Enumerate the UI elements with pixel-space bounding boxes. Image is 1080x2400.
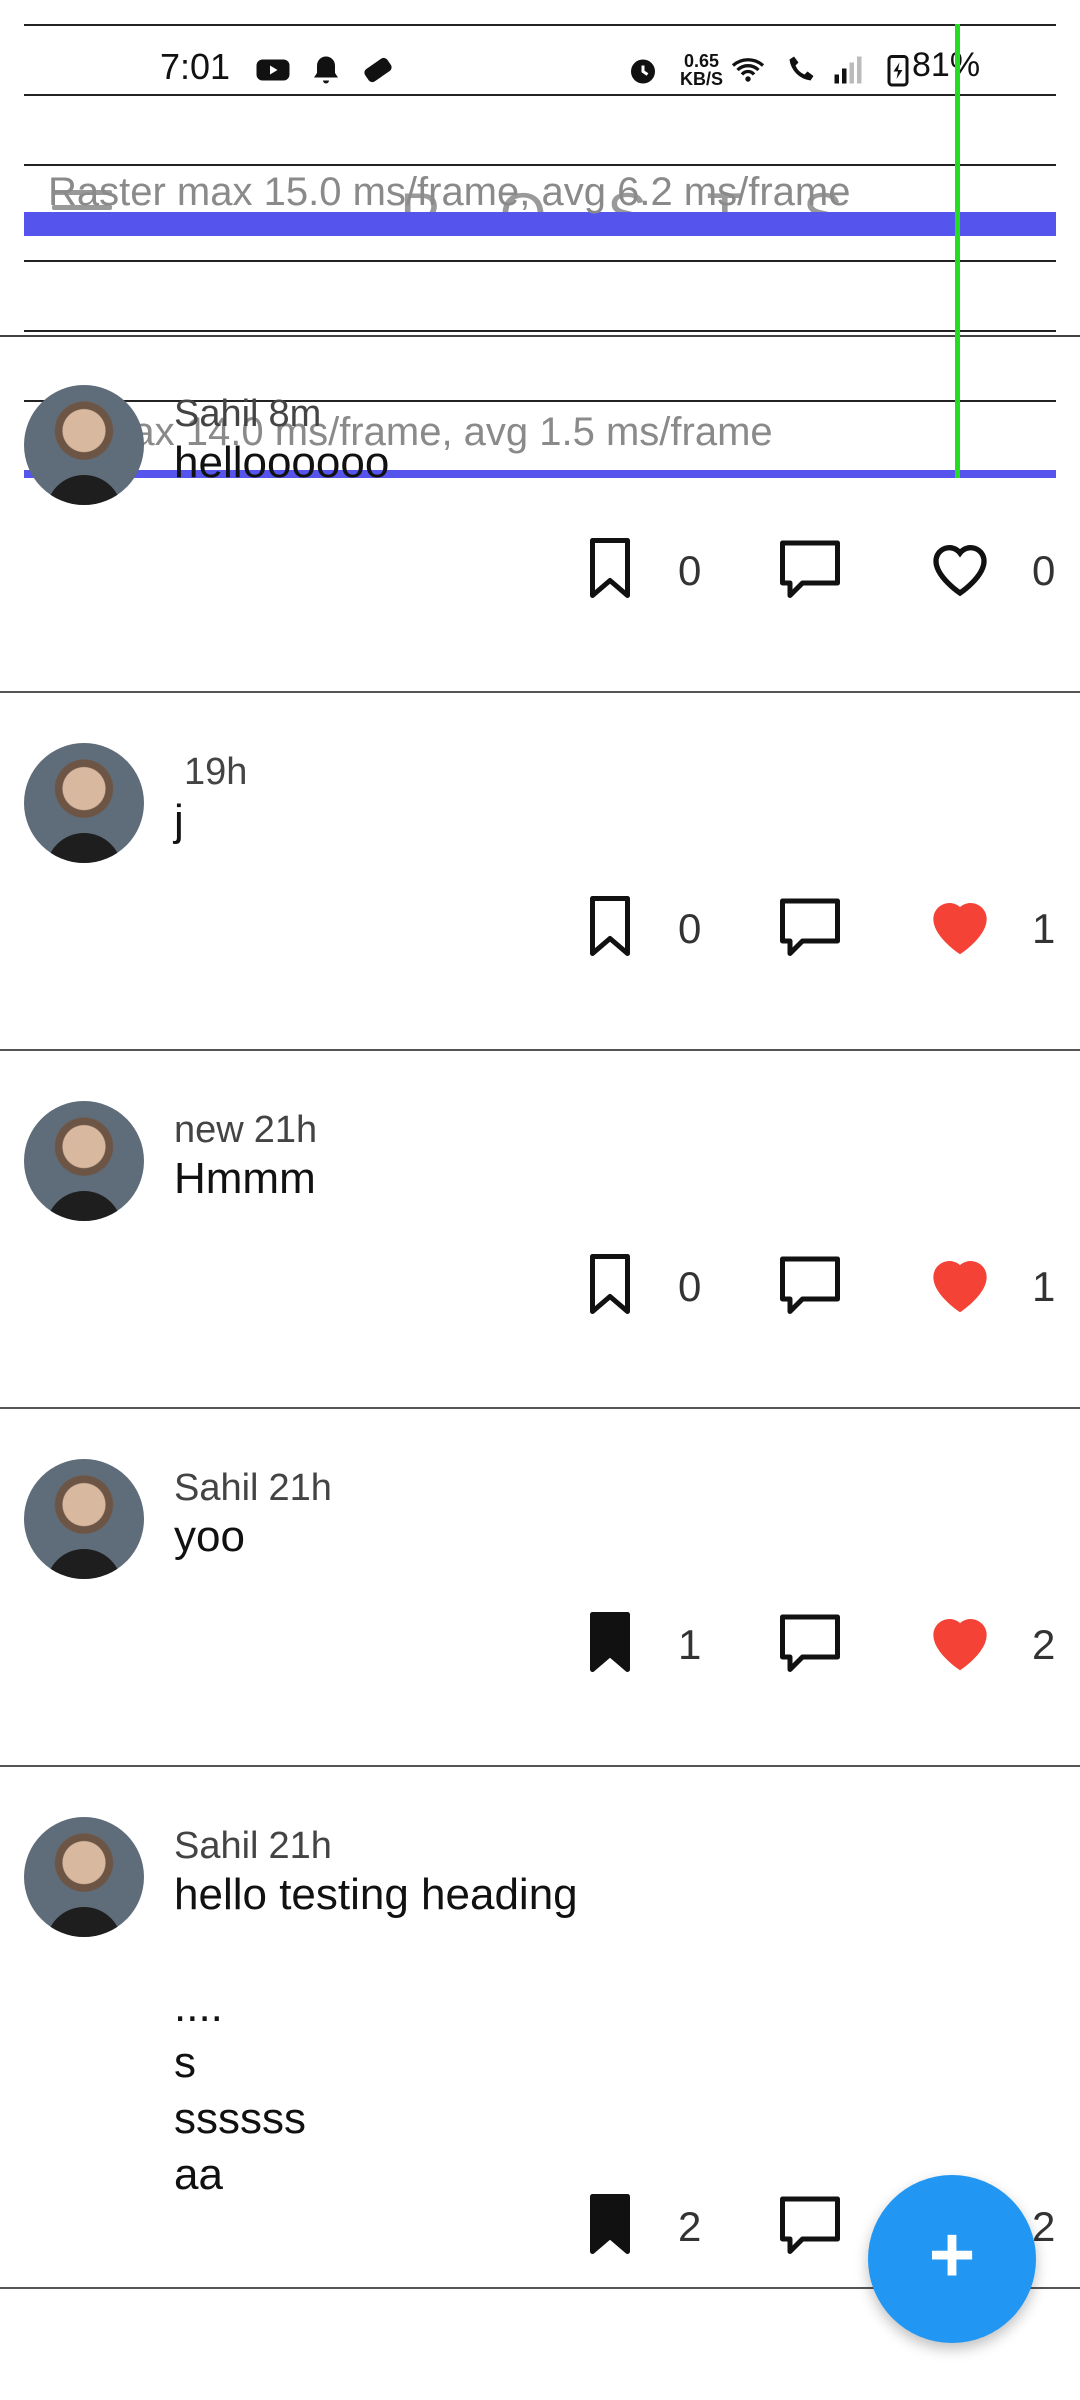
- comment-icon[interactable]: [775, 535, 845, 601]
- like-count: 2: [1032, 1621, 1056, 1668]
- post-meta: 19h: [174, 751, 247, 794]
- post-actions: 12: [580, 1609, 1080, 1679]
- network-speed-value: 0.65: [683, 51, 720, 71]
- post-author[interactable]: Sahil: [174, 1825, 259, 1867]
- like-heart-icon[interactable]: [928, 897, 988, 963]
- bookmark-count: 0: [678, 905, 702, 952]
- like-count: 0: [1032, 547, 1056, 594]
- post-time: 8m: [268, 393, 322, 435]
- post-meta: Sahil 21h: [174, 1467, 332, 1510]
- like-count: 1: [1032, 905, 1056, 952]
- avatar[interactable]: [24, 743, 144, 863]
- post-text: helloooooo: [174, 438, 390, 487]
- post-time: 19h: [184, 751, 248, 793]
- post-text: j: [174, 796, 184, 845]
- post-meta: new 21h: [174, 1109, 317, 1152]
- comment-icon[interactable]: [775, 2191, 845, 2257]
- like-heart-icon[interactable]: [928, 1255, 988, 1321]
- status-time: 7:01: [160, 46, 231, 87]
- add-post-button[interactable]: +: [868, 2175, 1036, 2343]
- post-author[interactable]: new: [174, 1109, 244, 1151]
- post-author[interactable]: Sahil: [174, 393, 259, 435]
- alarm-icon: [631, 59, 655, 84]
- like-count: 1: [1032, 1263, 1056, 1310]
- raster-label: Raster max 15.0 ms/frame, avg 6.2 ms/fra…: [48, 170, 851, 214]
- post-item[interactable]: Sahil 21h yoo 1 2: [0, 1409, 1080, 1767]
- comment-icon[interactable]: [775, 1251, 845, 1317]
- bookmark-icon[interactable]: [580, 893, 640, 959]
- network-speed: 0.65 KB/S: [680, 52, 723, 88]
- post-actions: 01: [580, 1251, 1080, 1321]
- post-time: 21h: [268, 1467, 332, 1509]
- post-text: hello testing heading .... s ssssss aa: [174, 1870, 578, 2199]
- like-count: 2: [1032, 2203, 1056, 2250]
- wifi-icon: [731, 58, 765, 82]
- game-controller-icon: [364, 57, 392, 83]
- avatar[interactable]: [24, 1459, 144, 1579]
- comment-icon[interactable]: [775, 1609, 845, 1675]
- wifi-calling-icon: [789, 56, 814, 81]
- bookmark-count: 2: [678, 2203, 702, 2250]
- like-heart-icon[interactable]: [928, 539, 988, 605]
- comment-icon[interactable]: [775, 893, 845, 959]
- post-text: yoo: [174, 1512, 245, 1561]
- post-meta: Sahil 21h: [174, 1825, 332, 1868]
- bookmark-count: 1: [678, 1621, 702, 1668]
- like-heart-icon[interactable]: [928, 1613, 988, 1679]
- avatar[interactable]: [24, 1101, 144, 1221]
- status-bar: 7:01 0.65 KB/S 81%: [0, 0, 1080, 140]
- post-text: Hmmm: [174, 1154, 316, 1203]
- bookmark-icon[interactable]: [580, 1251, 640, 1317]
- bookmark-count: 0: [678, 547, 702, 594]
- avatar[interactable]: [24, 385, 144, 505]
- network-speed-unit: KB/S: [680, 69, 724, 89]
- post-item[interactable]: Sahil 8m helloooooo 0 0: [0, 335, 1080, 693]
- notification-bell-icon: [314, 56, 338, 84]
- signal-icon: [834, 56, 862, 84]
- post-item[interactable]: 19h j 0 1: [0, 693, 1080, 1051]
- post-time: 21h: [268, 1825, 332, 1867]
- post-meta: Sahil 8m: [174, 393, 321, 436]
- post-author[interactable]: Sahil: [174, 1467, 259, 1509]
- post-actions: 01: [580, 893, 1080, 963]
- bookmark-icon[interactable]: [580, 535, 640, 601]
- post-time: 21h: [253, 1109, 318, 1151]
- battery-percent: 81%: [912, 46, 981, 84]
- post-item[interactable]: new 21h Hmmm 0 1: [0, 1051, 1080, 1409]
- bookmark-icon[interactable]: [580, 2191, 640, 2257]
- bookmark-icon[interactable]: [580, 1609, 640, 1675]
- bookmark-count: 0: [678, 1263, 702, 1310]
- battery-charging-icon: [887, 55, 909, 87]
- post-actions: 00: [580, 535, 1080, 605]
- youtube-icon: [256, 59, 290, 81]
- avatar[interactable]: [24, 1817, 144, 1937]
- raster-graph: [24, 212, 1056, 236]
